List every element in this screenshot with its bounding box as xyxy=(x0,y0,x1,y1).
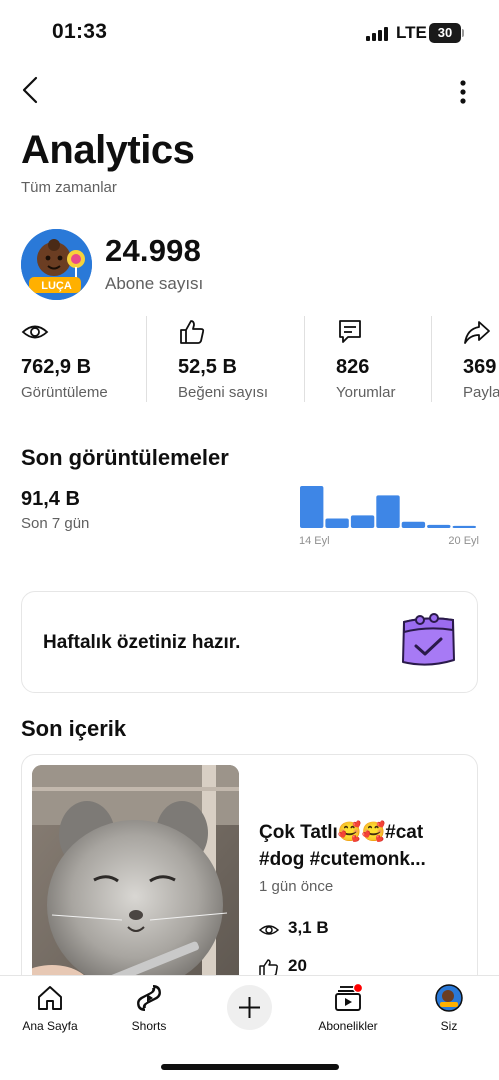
tab-subscriptions[interactable]: Abonelikler xyxy=(303,984,393,1036)
avatar-label: LUÇA xyxy=(41,280,72,292)
eye-icon xyxy=(21,325,49,339)
metric-value: 762,9 B xyxy=(21,356,92,378)
metric-views[interactable]: 762,9 B Görüntüleme xyxy=(21,316,141,404)
chart-bar xyxy=(401,521,426,528)
thumbs-up-icon xyxy=(180,320,205,344)
back-button[interactable] xyxy=(16,72,48,108)
network-type: LTE xyxy=(396,23,427,42)
video-thumbnail[interactable] xyxy=(32,765,239,1005)
metric-label: Beğeni sayısı xyxy=(178,384,269,401)
divider xyxy=(146,316,147,402)
channel-summary: LUÇA 24.998 Abone sayısı xyxy=(21,229,481,301)
chart-x-start-label: 14 Eyl xyxy=(299,535,330,547)
tab-label: Ana Sayfa xyxy=(22,1019,78,1033)
page-title: Analytics xyxy=(21,128,195,172)
divider xyxy=(304,316,305,402)
video-title[interactable]: Çok Tatlı🥰🥰#cat #dog #cutemonk... xyxy=(259,819,469,873)
video-likes-value: 20 xyxy=(288,956,307,975)
weekly-digest-card[interactable]: Haftalık özetiniz hazır. xyxy=(21,591,478,693)
metric-value: 369 xyxy=(463,356,497,378)
subscriber-count: 24.998 xyxy=(105,233,202,268)
battery-level: 30 xyxy=(429,23,461,43)
recent-views-title: Son görüntülemeler xyxy=(21,445,229,470)
recent-views-value: 91,4 B xyxy=(21,488,80,510)
status-bar: 01:33 LTE 30 xyxy=(0,0,499,66)
tab-you[interactable]: Siz xyxy=(404,984,494,1036)
chart-bar xyxy=(452,525,476,528)
more-options-button[interactable] xyxy=(448,74,478,106)
channel-avatar[interactable]: LUÇA xyxy=(21,229,92,300)
video-age: 1 gün önce xyxy=(259,878,334,895)
subscriptions-icon xyxy=(335,984,362,1011)
metric-label: Görüntüleme xyxy=(21,384,108,401)
status-time: 01:33 xyxy=(52,20,108,43)
eye-icon xyxy=(259,925,279,935)
chart-bar xyxy=(427,524,451,528)
clapperboard-check-icon xyxy=(402,613,455,666)
metric-label: Paylaşım xyxy=(463,384,499,401)
subscriber-label: Abone sayısı xyxy=(105,274,204,293)
comment-icon xyxy=(339,320,361,343)
recent-views-period: Son 7 gün xyxy=(21,515,90,532)
video-views: 3,1 B xyxy=(259,918,459,942)
tab-label: Siz xyxy=(440,1019,458,1033)
metric-label: Yorumlar xyxy=(336,384,396,401)
tab-shorts[interactable]: Shorts xyxy=(104,984,194,1036)
chart-bar xyxy=(300,486,324,528)
back-arrow-icon xyxy=(22,76,38,104)
metric-shares[interactable]: 369 Paylaşım xyxy=(463,316,499,404)
video-views-value: 3,1 B xyxy=(288,918,329,937)
top-nav xyxy=(0,70,499,110)
chart-bar xyxy=(376,495,400,528)
chart-bar xyxy=(325,518,349,528)
chart-x-end-label: 20 Eyl xyxy=(448,535,479,547)
page-subtitle[interactable]: Tüm zamanlar xyxy=(21,179,117,196)
weekly-digest-text: Haftalık özetiniz hazır. xyxy=(43,632,241,653)
create-button[interactable] xyxy=(227,985,272,1030)
more-vertical-icon xyxy=(460,80,466,104)
tab-label: Abonelikler xyxy=(318,1019,378,1033)
chart-bar xyxy=(350,515,375,528)
battery-icon: 30 xyxy=(429,23,464,43)
home-indicator xyxy=(161,1064,339,1070)
metric-value: 52,5 B xyxy=(178,356,237,378)
share-icon xyxy=(464,321,490,344)
metric-value: 826 xyxy=(336,356,370,378)
divider xyxy=(431,316,432,402)
metrics-row: 762,9 B Görüntüleme 52,5 B Beğeni sayısı… xyxy=(0,316,499,406)
tab-home[interactable]: Ana Sayfa xyxy=(5,984,95,1036)
recent-views-chart[interactable]: 14 Eyl 20 Eyl xyxy=(299,480,479,550)
metric-likes[interactable]: 52,5 B Beğeni sayısı xyxy=(178,316,298,404)
metric-comments[interactable]: 826 Yorumlar xyxy=(336,316,436,404)
plus-icon xyxy=(239,997,260,1018)
chinchilla-thumbnail-image xyxy=(32,765,239,1005)
shorts-icon xyxy=(137,985,161,1011)
signal-icon xyxy=(366,27,388,41)
recent-content-title: Son içerik xyxy=(21,716,127,741)
avatar-icon xyxy=(435,984,463,1012)
home-icon xyxy=(38,986,62,1010)
tab-label: Shorts xyxy=(131,1019,167,1033)
